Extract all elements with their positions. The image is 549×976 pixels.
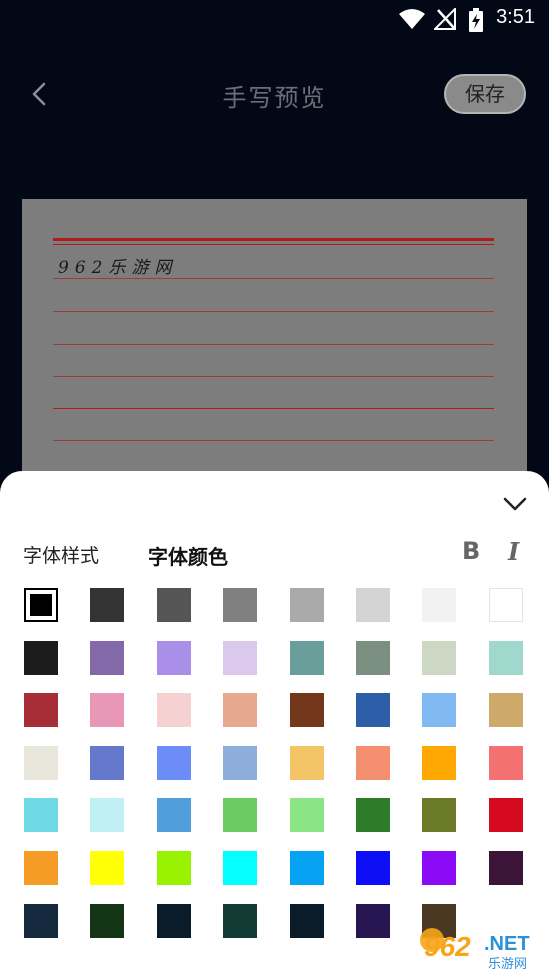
color-swatch[interactable] xyxy=(290,904,324,938)
tab-font-style[interactable]: 字体样式 xyxy=(23,541,99,568)
color-swatch[interactable] xyxy=(489,746,523,780)
color-swatch[interactable] xyxy=(290,641,324,675)
save-button[interactable]: 保存 xyxy=(444,74,526,114)
color-swatch[interactable] xyxy=(422,746,456,780)
paper-line xyxy=(53,440,494,441)
color-swatch[interactable] xyxy=(223,693,257,727)
paper-line xyxy=(53,278,494,279)
top-bar: 手写预览 保存 xyxy=(0,60,549,130)
svg-text:.NET: .NET xyxy=(484,933,530,955)
color-swatch[interactable] xyxy=(24,798,58,832)
color-swatch[interactable] xyxy=(90,641,124,675)
paper-top-rule-thin xyxy=(53,244,494,245)
color-swatch[interactable] xyxy=(24,746,58,780)
color-swatch[interactable] xyxy=(24,693,58,727)
color-swatch[interactable] xyxy=(223,904,257,938)
battery-charging-icon xyxy=(469,8,483,32)
color-swatch[interactable] xyxy=(356,588,390,622)
color-swatch[interactable] xyxy=(356,798,390,832)
paper-top-rule xyxy=(53,238,494,241)
watermark-logo: 962 .NET 乐游网 xyxy=(420,928,530,972)
color-swatch[interactable] xyxy=(489,588,523,622)
color-swatch[interactable] xyxy=(157,746,191,780)
color-swatch[interactable] xyxy=(223,798,257,832)
color-swatch[interactable] xyxy=(489,798,523,832)
color-swatch[interactable] xyxy=(422,588,456,622)
color-swatch[interactable] xyxy=(90,588,124,622)
italic-button[interactable]: I xyxy=(508,537,519,566)
color-swatch[interactable] xyxy=(290,588,324,622)
color-swatch[interactable] xyxy=(422,798,456,832)
color-swatch[interactable] xyxy=(90,851,124,885)
paper-line xyxy=(53,408,494,409)
color-swatch[interactable] xyxy=(356,746,390,780)
color-swatch[interactable] xyxy=(356,641,390,675)
paper-line xyxy=(53,311,494,312)
color-swatch[interactable] xyxy=(157,693,191,727)
color-swatch[interactable] xyxy=(489,641,523,675)
color-swatch[interactable] xyxy=(90,798,124,832)
color-swatch[interactable] xyxy=(422,851,456,885)
color-swatch[interactable] xyxy=(157,588,191,622)
color-swatch[interactable] xyxy=(290,798,324,832)
color-swatch[interactable] xyxy=(356,904,390,938)
color-swatch[interactable] xyxy=(24,641,58,675)
color-swatch-grid xyxy=(24,588,534,968)
color-swatch[interactable] xyxy=(24,588,58,622)
color-swatch[interactable] xyxy=(422,641,456,675)
color-swatch[interactable] xyxy=(24,851,58,885)
color-swatch[interactable] xyxy=(223,746,257,780)
color-swatch[interactable] xyxy=(356,693,390,727)
handwriting-preview: 962乐游网 xyxy=(22,199,527,489)
color-swatch[interactable] xyxy=(290,746,324,780)
color-swatch[interactable] xyxy=(157,851,191,885)
color-swatch[interactable] xyxy=(290,851,324,885)
color-swatch[interactable] xyxy=(157,798,191,832)
tab-font-color[interactable]: 字体颜色 xyxy=(148,541,228,570)
svg-text:乐游网: 乐游网 xyxy=(488,957,527,972)
color-swatch[interactable] xyxy=(223,588,257,622)
chevron-down-icon xyxy=(503,497,527,511)
color-swatch[interactable] xyxy=(24,904,58,938)
paper-line xyxy=(53,344,494,345)
color-swatch[interactable] xyxy=(223,851,257,885)
color-swatch[interactable] xyxy=(223,641,257,675)
clock: 3:51 xyxy=(496,6,535,28)
collapse-button[interactable] xyxy=(500,491,530,517)
preview-text: 962乐游网 xyxy=(58,258,178,278)
color-swatch[interactable] xyxy=(157,904,191,938)
color-swatch[interactable] xyxy=(422,693,456,727)
color-swatch[interactable] xyxy=(90,693,124,727)
color-swatch[interactable] xyxy=(90,904,124,938)
bold-button[interactable]: B xyxy=(462,537,480,565)
svg-text:962: 962 xyxy=(424,931,471,962)
color-swatch[interactable] xyxy=(489,851,523,885)
font-settings-panel: 字体样式 字体颜色 B I xyxy=(0,471,549,976)
wifi-icon xyxy=(399,9,425,29)
no-signal-icon xyxy=(434,8,456,30)
color-swatch[interactable] xyxy=(90,746,124,780)
status-bar: 3:51 xyxy=(0,0,549,38)
paper-line xyxy=(53,376,494,377)
color-swatch[interactable] xyxy=(290,693,324,727)
color-swatch[interactable] xyxy=(356,851,390,885)
color-swatch[interactable] xyxy=(489,693,523,727)
color-swatch[interactable] xyxy=(157,641,191,675)
